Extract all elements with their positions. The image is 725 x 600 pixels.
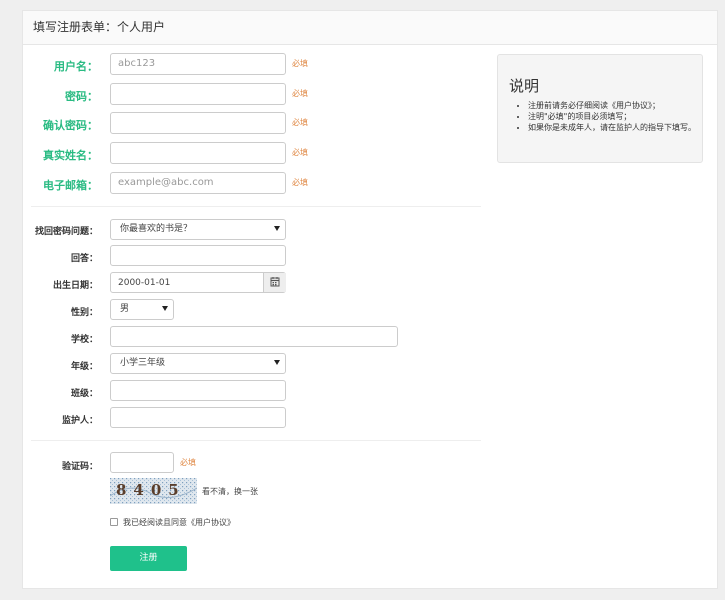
class-input[interactable]: [110, 380, 286, 401]
grade-select[interactable]: 小学三年级: [110, 353, 286, 374]
instruction-item: 如果你是未成年人，请在监护人的指导下填写。: [528, 122, 696, 133]
answer-label: 回答：: [70, 254, 98, 264]
required-marker: 必填: [292, 59, 308, 68]
email-label: 电子邮箱：: [43, 179, 98, 192]
school-input[interactable]: [110, 326, 398, 347]
registration-panel: 填写注册表单：个人用户 用户名： abc123 必填 密码： 必填 确认密码： …: [22, 10, 718, 589]
real-name-input[interactable]: [110, 142, 286, 164]
username-input[interactable]: abc123: [110, 53, 286, 75]
required-marker: 必填: [292, 178, 308, 187]
birthdate-label: 出生日期：: [52, 281, 98, 291]
gender-select[interactable]: 男: [110, 299, 174, 320]
captcha-label: 验证码：: [61, 462, 98, 472]
panel-title: 填写注册表单：个人用户: [23, 11, 717, 45]
security-question-value: 你最喜欢的书是？: [120, 224, 193, 234]
security-question-select[interactable]: 你最喜欢的书是？: [110, 219, 286, 240]
instructions-box: 说明 注册前请务必仔细阅读《用户协议》； 注明"必填"的项目必须填写； 如果你是…: [497, 54, 703, 163]
instructions-list: 注册前请务必仔细阅读《用户协议》； 注明"必填"的项目必须填写； 如果你是未成年…: [510, 100, 696, 133]
answer-input[interactable]: [110, 245, 286, 266]
required-marker: 必填: [292, 148, 308, 157]
security-question-label: 找回密码问题：: [34, 227, 98, 237]
guardian-input[interactable]: [110, 407, 286, 428]
refresh-captcha-link[interactable]: 看不清，换一张: [202, 486, 258, 497]
caret-down-icon: [162, 306, 168, 311]
confirm-password-label: 确认密码：: [43, 119, 98, 132]
email-input[interactable]: example@abc.com: [110, 172, 286, 194]
agree-checkbox[interactable]: [110, 518, 118, 526]
calendar-icon: [270, 277, 280, 287]
caret-down-icon: [274, 360, 280, 365]
grade-value: 小学三年级: [120, 358, 166, 368]
confirm-password-input[interactable]: [110, 112, 286, 134]
required-marker: 必填: [292, 118, 308, 127]
birthdate-input[interactable]: 2000-01-01: [110, 272, 286, 293]
password-input[interactable]: [110, 83, 286, 105]
gender-value: 男: [120, 304, 130, 314]
agree-label: 我已经阅读且同意《用户协议》: [123, 518, 235, 527]
section-divider: [31, 440, 481, 441]
section-divider: [31, 206, 481, 207]
captcha-image[interactable]: 8405: [110, 478, 197, 504]
school-label: 学校：: [70, 335, 98, 345]
grade-label: 年级：: [70, 362, 98, 372]
instructions-title: 说明: [509, 77, 540, 95]
required-marker: 必填: [292, 89, 308, 98]
birthdate-value: 2000-01-01: [118, 278, 171, 288]
real-name-label: 真实姓名：: [43, 149, 98, 162]
username-label: 用户名：: [54, 60, 98, 73]
register-button[interactable]: 注册: [110, 546, 187, 571]
captcha-input[interactable]: [110, 452, 174, 473]
password-label: 密码：: [65, 90, 98, 103]
caret-down-icon: [274, 226, 280, 231]
guardian-label: 监护人：: [61, 416, 98, 426]
instruction-item: 注册前请务必仔细阅读《用户协议》；: [528, 100, 696, 111]
gender-label: 性别：: [70, 308, 98, 318]
class-label: 班级：: [70, 389, 98, 399]
calendar-button[interactable]: [263, 273, 286, 292]
required-marker: 必填: [180, 458, 196, 467]
instruction-item: 注明"必填"的项目必须填写；: [528, 111, 696, 122]
captcha-text: 8405: [116, 481, 186, 499]
